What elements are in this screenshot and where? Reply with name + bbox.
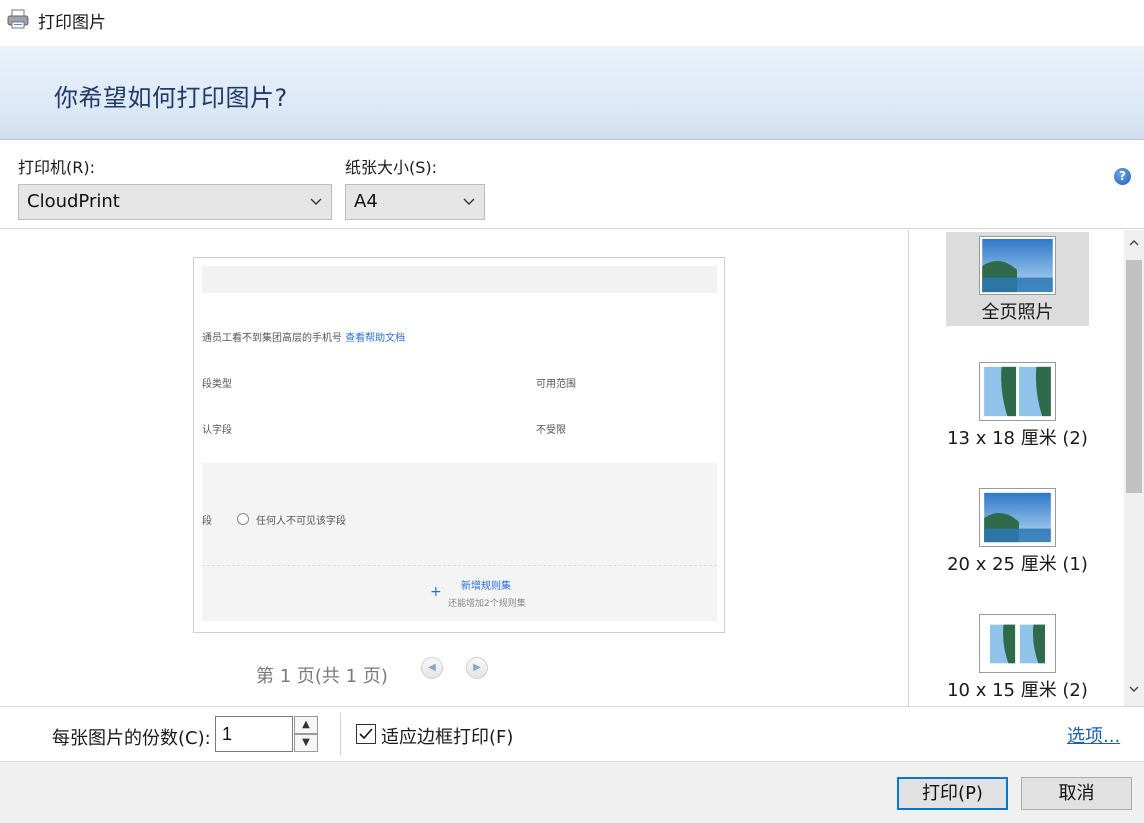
page-indicator: 第 1 页(共 1 页) <box>256 666 388 687</box>
preview-text: 认字段 <box>202 425 232 436</box>
layout-item-20x25[interactable]: 20 x 25 厘米 (1) <box>946 484 1089 578</box>
printer-icon <box>7 9 29 29</box>
copies-label: 每张图片的份数(C): <box>52 728 211 749</box>
options-row: 打印机(R): CloudPrint 纸张大小(S): A4 ? <box>0 140 1144 229</box>
layout-item-full-page[interactable]: 全页照片 <box>946 232 1089 326</box>
next-page-button[interactable]: ▶ <box>466 657 488 679</box>
preview-text: 段 <box>202 516 212 527</box>
two-photos-icon <box>979 362 1056 421</box>
preview-text: 还能增加2个规则集 <box>448 599 526 609</box>
dialog-footer: 打印(P) 取消 <box>0 761 1144 823</box>
paper-size-value: A4 <box>354 191 378 212</box>
landscape-photo-icon <box>979 488 1056 547</box>
preview-text: 通员工看不到集团高层的手机号 查看帮助文档 <box>202 333 406 344</box>
header-band: 你希望如何打印图片? <box>0 46 1144 140</box>
preview-text: 不受限 <box>536 425 566 436</box>
checkmark-icon <box>359 728 373 740</box>
copies-row: 每张图片的份数(C): ▲ ▼ 适应边框打印(F) 选项... <box>0 706 1144 761</box>
preview-text: 任何人不可见该字段 <box>256 516 346 527</box>
fit-to-frame-label: 适应边框打印(F) <box>381 727 514 748</box>
preview-top-bar <box>202 266 717 293</box>
chevron-down-icon <box>463 198 475 205</box>
layout-label: 全页照片 <box>981 302 1054 323</box>
cancel-button[interactable]: 取消 <box>1021 777 1132 810</box>
page-title: 你希望如何打印图片? <box>54 84 288 112</box>
preview-radio <box>237 513 249 525</box>
print-button[interactable]: 打印(P) <box>897 777 1008 810</box>
layout-label: 20 x 25 厘米 (1) <box>947 554 1088 575</box>
spin-up-button[interactable]: ▲ <box>294 716 318 734</box>
window-title: 打印图片 <box>38 13 106 33</box>
layout-scrollbar[interactable] <box>1124 230 1144 706</box>
layout-list: 全页照片 13 x 18 厘米 (2) 20 x 25 厘米 (1) 10 x … <box>910 230 1124 706</box>
layout-item-13x18[interactable]: 13 x 18 厘米 (2) <box>946 358 1089 452</box>
title-bar: 打印图片 <box>0 0 1144 46</box>
chevron-left-icon: ◀ <box>428 662 436 673</box>
preview-text: 新增规则集 <box>461 581 511 592</box>
layout-label: 10 x 15 厘米 (2) <box>947 680 1088 701</box>
spin-down-button[interactable]: ▼ <box>294 734 318 752</box>
plus-icon: + <box>430 584 442 600</box>
layout-label: 13 x 18 厘米 (2) <box>947 428 1088 449</box>
preview-text: 段类型 <box>202 379 232 390</box>
fit-to-frame-checkbox[interactable] <box>356 724 376 744</box>
preview-divider <box>202 565 717 566</box>
options-link[interactable]: 选项... <box>1067 722 1120 748</box>
preview-text: 可用范围 <box>536 379 576 390</box>
divider <box>340 713 341 755</box>
copies-input[interactable] <box>215 716 293 752</box>
printer-value: CloudPrint <box>27 191 120 212</box>
paper-size-dropdown[interactable]: A4 <box>345 184 485 220</box>
paper-size-label: 纸张大小(S): <box>345 158 438 177</box>
two-photos-icon <box>979 614 1056 673</box>
layout-item-10x15[interactable]: 10 x 15 厘米 (2) <box>946 610 1089 704</box>
page-preview: 通员工看不到集团高层的手机号 查看帮助文档 段类型 可用范围 认字段 不受限 段… <box>193 257 725 633</box>
help-icon[interactable]: ? <box>1114 168 1131 185</box>
chevron-right-icon: ▶ <box>473 662 481 673</box>
chevron-down-icon <box>310 198 322 205</box>
landscape-photo-icon <box>979 236 1056 295</box>
printer-label: 打印机(R): <box>18 158 95 177</box>
preview-pane: 通员工看不到集团高层的手机号 查看帮助文档 段类型 可用范围 认字段 不受限 段… <box>0 230 909 706</box>
chevron-down-icon[interactable] <box>1124 682 1144 702</box>
scroll-thumb[interactable] <box>1126 260 1142 493</box>
printer-dropdown[interactable]: CloudPrint <box>18 184 332 220</box>
chevron-up-icon[interactable] <box>1124 236 1144 256</box>
prev-page-button[interactable]: ◀ <box>421 657 443 679</box>
